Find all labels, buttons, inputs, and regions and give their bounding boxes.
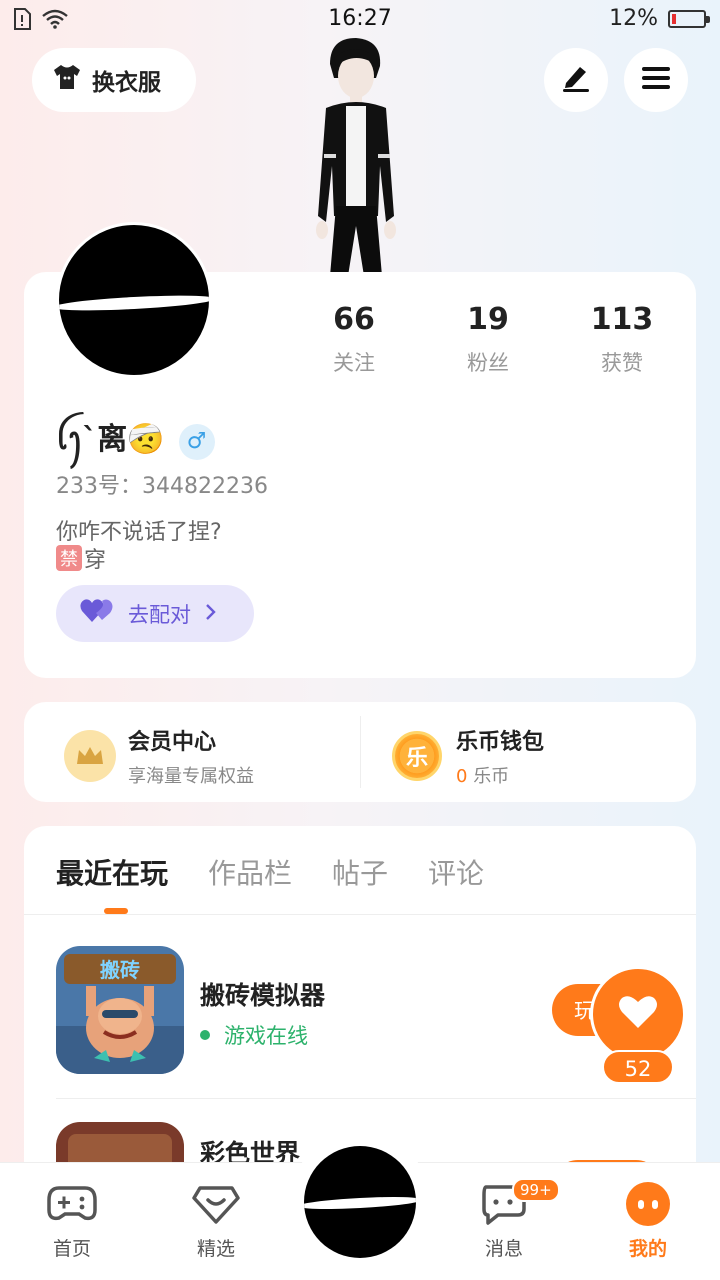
chat-icon: 99+ xyxy=(454,1178,560,1228)
match-button[interactable]: 去配对 xyxy=(56,585,254,642)
tab-recently-played[interactable]: 最近在玩 xyxy=(56,852,168,892)
diamond-heart-icon xyxy=(166,1180,266,1228)
tab-works[interactable]: 作品栏 xyxy=(208,852,292,892)
battery-percent: 12% xyxy=(609,6,658,31)
hamburger-icon xyxy=(640,64,672,96)
wallet-title: 乐币钱包 xyxy=(456,730,545,755)
member-center-subtitle: 享海量专属权益 xyxy=(128,766,254,787)
likes-count: 113 xyxy=(590,302,654,337)
change-outfit-label: 换衣服 xyxy=(92,70,161,96)
vip-wallet-card: 会员中心 享海量专属权益 乐 乐币钱包 0 乐币 xyxy=(24,702,696,802)
member-center-entry[interactable]: 会员中心 享海量专属权益 xyxy=(64,724,254,788)
profile-stats: 66 关注 19 粉丝 113 获赞 xyxy=(304,302,672,377)
tab-comments[interactable]: 评论 xyxy=(428,852,484,892)
nav-featured-label: 精选 xyxy=(196,1238,235,1260)
nav-home[interactable]: 首页 xyxy=(22,1180,122,1261)
tab-bar: 最近在玩 作品栏 帖子 评论 xyxy=(56,852,484,892)
likes-label: 获赞 xyxy=(601,351,643,375)
wallet-amount: 0 xyxy=(456,766,468,787)
face-icon xyxy=(598,1180,698,1228)
status-bar: 16:27 12% xyxy=(0,0,720,40)
nav-featured[interactable]: 精选 xyxy=(166,1180,266,1261)
wallet-balance: 0 乐币 xyxy=(456,762,544,788)
bio-line-2: 禁 穿 xyxy=(56,542,106,574)
coin-icon: 乐 xyxy=(392,731,442,781)
stat-likes[interactable]: 113 获赞 xyxy=(572,302,672,377)
bio-line-2-text: 穿 xyxy=(84,548,107,573)
nav-messages-label: 消息 xyxy=(484,1238,523,1260)
menu-button[interactable] xyxy=(624,48,688,112)
gamepad-icon xyxy=(22,1180,122,1228)
nav-me[interactable]: 我的 xyxy=(598,1180,698,1261)
nav-center-avatar[interactable] xyxy=(304,1146,416,1258)
tab-posts[interactable]: 帖子 xyxy=(332,852,388,892)
match-label: 去配对 xyxy=(128,602,191,627)
wallet-unit: 乐币 xyxy=(473,766,510,787)
change-outfit-button[interactable]: 换衣服 xyxy=(32,48,196,112)
following-count: 66 xyxy=(333,302,375,337)
avatar[interactable] xyxy=(56,222,212,378)
nav-messages[interactable]: 99+ 消息 xyxy=(454,1178,560,1261)
hearts-icon xyxy=(80,598,116,629)
stat-following[interactable]: 66 关注 xyxy=(304,302,404,377)
heart-icon xyxy=(618,994,658,1034)
messages-badge: 99+ xyxy=(512,1178,560,1202)
stat-followers[interactable]: 19 粉丝 xyxy=(438,302,538,377)
battery-icon xyxy=(668,9,710,28)
game-status: 游戏在线 xyxy=(200,1020,308,1050)
game-icon-text: 搬砖 xyxy=(100,958,140,982)
nickname: ꪶꫂ`离🤕 xyxy=(56,422,165,457)
user-id[interactable]: 233号：344822236 xyxy=(56,468,268,500)
game-icon-brick: 搬砖 xyxy=(56,946,184,1074)
divider xyxy=(24,914,696,915)
divider xyxy=(360,716,361,788)
nickname-row: ꪶꫂ`离🤕 ♂ xyxy=(56,410,215,473)
like-button[interactable] xyxy=(590,966,686,1062)
chevron-right-icon xyxy=(203,602,217,626)
like-count: 52 xyxy=(602,1050,674,1084)
nav-home-label: 首页 xyxy=(52,1238,91,1260)
crown-icon xyxy=(64,730,116,782)
nav-me-label: 我的 xyxy=(628,1238,667,1260)
pencil-icon xyxy=(560,63,592,97)
edit-profile-button[interactable] xyxy=(544,48,608,112)
wallet-entry[interactable]: 乐 乐币钱包 0 乐币 xyxy=(392,724,544,788)
game-status-text: 游戏在线 xyxy=(224,1024,308,1048)
male-icon: ♂ xyxy=(178,423,215,460)
game-name: 搬砖模拟器 xyxy=(200,981,326,1010)
battery-level xyxy=(672,13,676,24)
character-figure[interactable] xyxy=(300,36,412,276)
divider xyxy=(56,1098,696,1099)
followers-label: 粉丝 xyxy=(467,351,509,375)
online-dot xyxy=(200,1030,210,1040)
followers-count: 19 xyxy=(467,302,509,337)
tshirt-icon xyxy=(52,63,82,97)
ban-emoji: 禁 xyxy=(56,545,82,571)
following-label: 关注 xyxy=(333,351,375,375)
member-center-title: 会员中心 xyxy=(128,730,217,755)
